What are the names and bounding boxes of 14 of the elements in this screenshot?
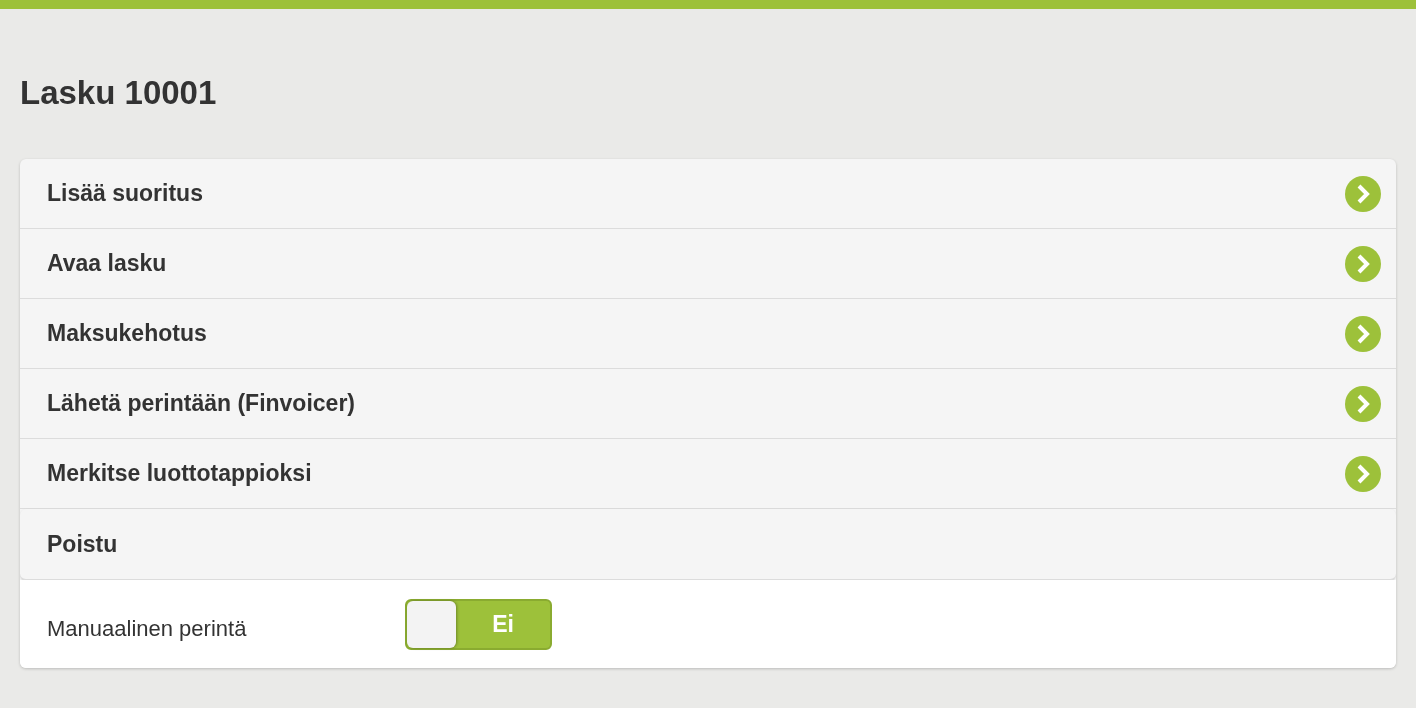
action-item[interactable]: Lisää suoritus bbox=[20, 159, 1396, 229]
setting-label: Manuaalinen perintä bbox=[47, 614, 248, 643]
toggle-value: Ei bbox=[491, 609, 515, 639]
chevron-right-icon bbox=[1345, 315, 1381, 352]
chevron-right-icon bbox=[1345, 245, 1381, 282]
action-item[interactable]: Poistu bbox=[20, 509, 1396, 580]
toggle-thumb[interactable] bbox=[407, 600, 456, 648]
page-title: Lasku 10001 bbox=[20, 73, 218, 113]
chevron-right-icon bbox=[1345, 385, 1381, 422]
action-item[interactable]: Lähetä perintään (Finvoicer) bbox=[20, 369, 1396, 439]
action-item[interactable]: Maksukehotus bbox=[20, 299, 1396, 369]
chevron-right-icon bbox=[1345, 175, 1381, 212]
chevron-right-icon bbox=[1345, 455, 1381, 492]
action-item[interactable]: Avaa lasku bbox=[20, 229, 1396, 299]
